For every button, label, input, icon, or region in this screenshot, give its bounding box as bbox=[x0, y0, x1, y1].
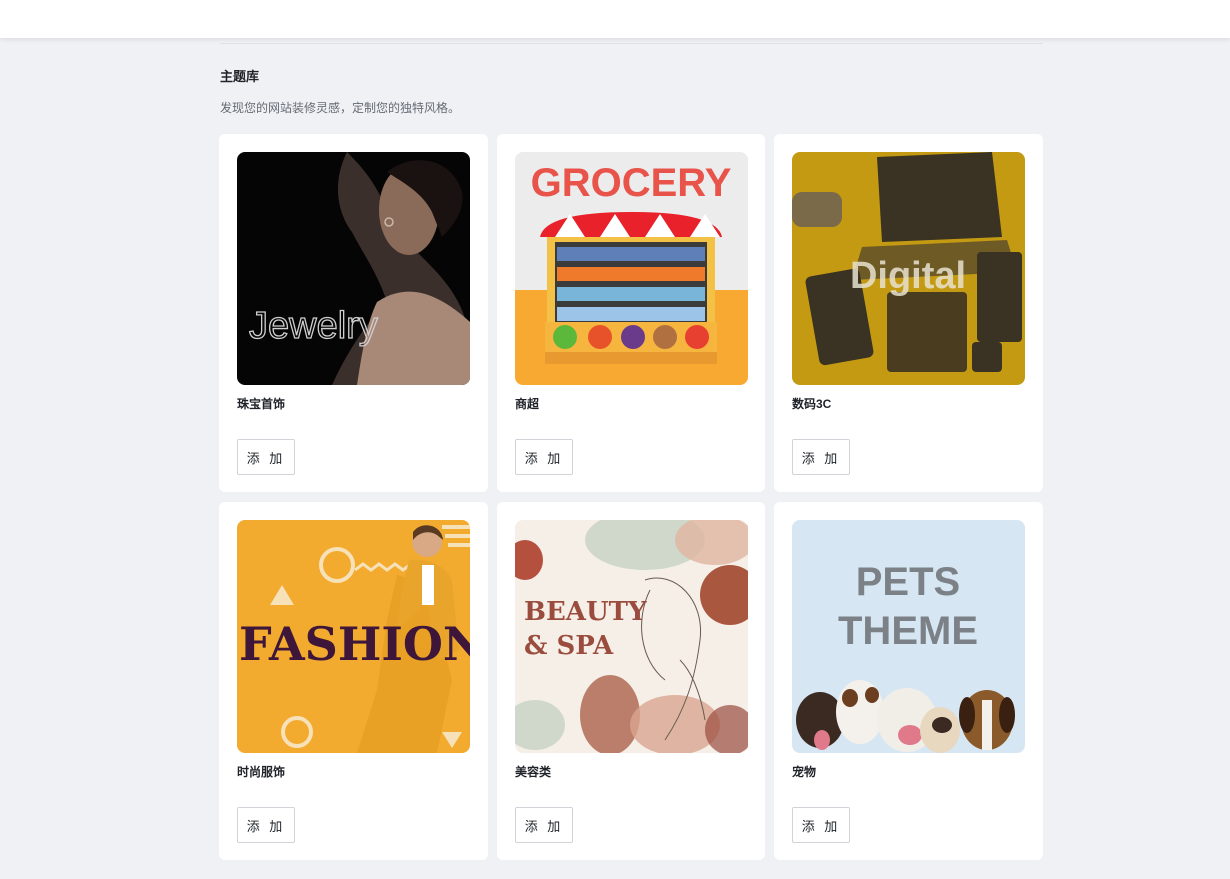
theme-name: 商超 bbox=[515, 397, 540, 411]
theme-name: 珠宝首饰 bbox=[237, 397, 286, 411]
add-theme-button[interactable]: 添 加 bbox=[515, 439, 573, 475]
theme-card-grocery: GROCERY 商超 添 加 bbox=[497, 134, 765, 492]
theme-library-description: 发现您的网站装修灵感，定制您的独特风格。 bbox=[220, 101, 461, 115]
add-theme-button[interactable]: 添 加 bbox=[792, 439, 850, 475]
pets-thumb-text-2: THEME bbox=[838, 609, 978, 653]
add-theme-button[interactable]: 添 加 bbox=[237, 439, 295, 475]
digital-thumb-text: Digital bbox=[850, 255, 966, 297]
beauty-thumb-text: BEAUTY bbox=[524, 597, 647, 627]
top-header-bar bbox=[0, 0, 1230, 38]
pets-thumbnail[interactable]: PETS THEME bbox=[792, 520, 1025, 753]
theme-name: 数码3C bbox=[792, 397, 832, 411]
theme-name: 时尚服饰 bbox=[237, 765, 286, 779]
beauty-thumbnail[interactable]: BEAUTY & SPA bbox=[515, 520, 748, 753]
section-divider bbox=[220, 43, 1043, 44]
fashion-thumb-text: FASHION bbox=[239, 617, 470, 671]
theme-card-fashion: FASHION 时尚服饰 添 加 bbox=[219, 502, 488, 860]
theme-name: 宠物 bbox=[792, 765, 817, 779]
theme-grid: Jewelry 珠宝首饰 添 加 GROCERY 商超 添 加 Digital … bbox=[219, 134, 1043, 860]
grocery-thumbnail[interactable]: GROCERY bbox=[515, 152, 748, 385]
fashion-thumbnail[interactable]: FASHION bbox=[237, 520, 470, 753]
digital-thumbnail[interactable]: Digital bbox=[792, 152, 1025, 385]
add-theme-button[interactable]: 添 加 bbox=[515, 807, 573, 843]
pets-thumb-text: PETS bbox=[856, 560, 960, 604]
add-theme-button[interactable]: 添 加 bbox=[792, 807, 850, 843]
jewelry-thumb-text: Jewelry bbox=[249, 305, 378, 347]
theme-card-digital: Digital 数码3C 添 加 bbox=[774, 134, 1043, 492]
add-theme-button[interactable]: 添 加 bbox=[237, 807, 295, 843]
theme-card-jewelry: Jewelry 珠宝首饰 添 加 bbox=[219, 134, 488, 492]
theme-card-beauty: BEAUTY & SPA 美容类 添 加 bbox=[497, 502, 765, 860]
theme-name: 美容类 bbox=[515, 765, 552, 779]
beauty-thumb-text-2: & SPA bbox=[524, 631, 614, 661]
theme-card-pets: PETS THEME 宠物 添 加 bbox=[774, 502, 1043, 860]
theme-library-title: 主题库 bbox=[220, 69, 260, 84]
grocery-thumb-text: GROCERY bbox=[531, 161, 732, 205]
jewelry-thumbnail[interactable]: Jewelry bbox=[237, 152, 470, 385]
